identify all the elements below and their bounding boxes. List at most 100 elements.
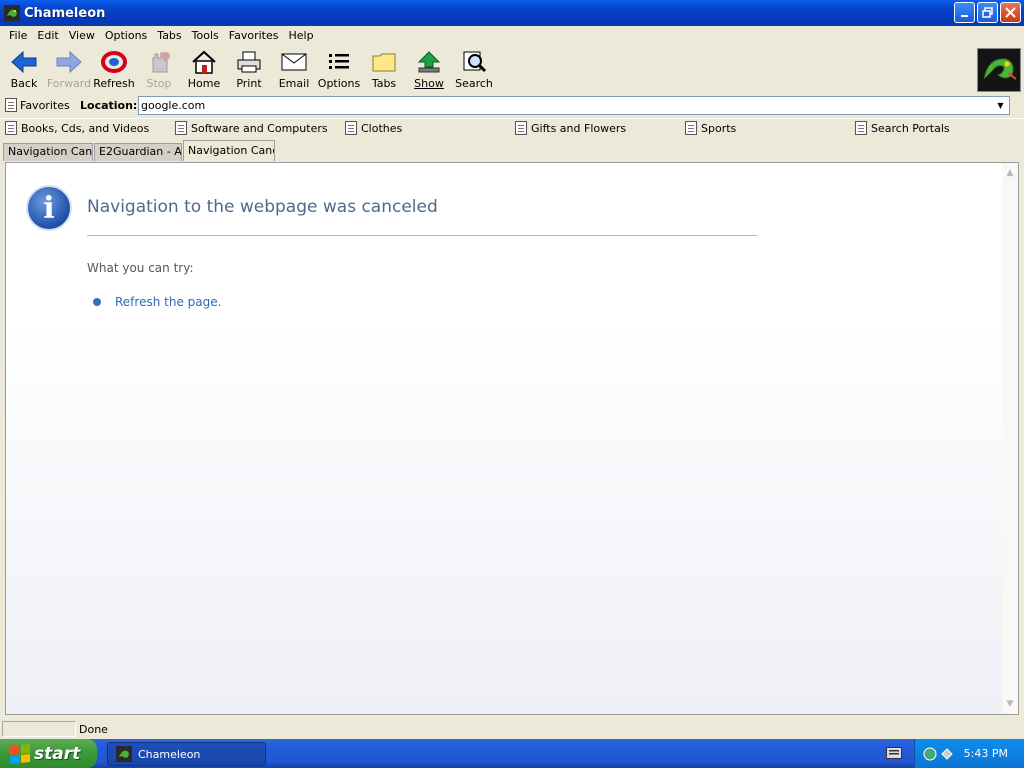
link-sports[interactable]: Sports <box>685 121 736 135</box>
window-title: Chameleon <box>24 5 106 21</box>
options-button[interactable]: Options <box>318 49 360 93</box>
home-label: Home <box>187 77 221 90</box>
task-label: Chameleon <box>138 747 201 761</box>
show-button[interactable]: Show <box>408 49 450 93</box>
back-button[interactable]: Back <box>3 49 45 93</box>
link-label: Books, Cds, and Videos <box>21 121 150 135</box>
link-label: Gifts and Flowers <box>531 121 627 135</box>
chameleon-task-icon <box>116 746 132 762</box>
forward-label: Forward <box>46 77 92 90</box>
tab-strip: Navigation Canc E2Guardian - Ac Navigati… <box>0 140 1024 161</box>
printer-icon <box>235 49 263 75</box>
page-icon <box>515 121 527 135</box>
refresh-page-link[interactable]: Refresh the page. <box>115 295 221 309</box>
start-label: start <box>34 743 81 764</box>
folder-icon <box>370 49 398 75</box>
menu-edit[interactable]: Edit <box>32 29 63 42</box>
email-button[interactable]: Email <box>273 49 315 93</box>
keyboard-icon[interactable] <box>886 747 902 759</box>
windows-flag-icon <box>10 743 30 764</box>
start-button[interactable]: start <box>0 739 97 768</box>
refresh-button[interactable]: Refresh <box>93 49 135 93</box>
back-arrow-icon <box>10 49 38 75</box>
chameleon-app-icon <box>4 5 20 21</box>
heading-divider <box>87 235 757 236</box>
print-label: Print <box>236 77 262 90</box>
minimize-button[interactable] <box>954 2 975 23</box>
link-gifts[interactable]: Gifts and Flowers <box>515 121 626 135</box>
restore-button[interactable] <box>977 2 998 23</box>
email-label: Email <box>278 77 310 90</box>
what-you-can-try-label: What you can try: <box>87 261 194 275</box>
favorites-button[interactable]: Favorites <box>5 98 70 112</box>
tabs-label: Tabs <box>371 77 397 90</box>
clock[interactable]: 5:43 PM <box>964 747 1008 760</box>
link-books[interactable]: Books, Cds, and Videos <box>5 121 149 135</box>
location-label: Location: <box>80 99 138 112</box>
show-up-arrow-icon <box>415 49 443 75</box>
page-icon <box>5 121 17 135</box>
link-software[interactable]: Software and Computers <box>175 121 328 135</box>
tab-e2guardian[interactable]: E2Guardian - Ac <box>94 143 182 161</box>
home-icon <box>190 49 218 75</box>
close-button[interactable] <box>1000 2 1021 23</box>
title-bar: Chameleon <box>0 0 1024 26</box>
security-tray-icon[interactable] <box>940 747 954 761</box>
stop-label: Stop <box>146 77 172 90</box>
menu-view[interactable]: View <box>64 29 100 42</box>
toolbar: Back Forward Refresh Stop Home Print Ema… <box>0 45 1024 95</box>
tabs-button[interactable]: Tabs <box>363 49 405 93</box>
print-button[interactable]: Print <box>228 49 270 93</box>
menu-tabs[interactable]: Tabs <box>152 29 186 42</box>
search-button[interactable]: Search <box>453 49 495 93</box>
page-content: i Navigation to the webpage was canceled… <box>5 162 1019 715</box>
taskbar-chameleon-button[interactable]: Chameleon <box>107 742 266 766</box>
home-button[interactable]: Home <box>183 49 225 93</box>
link-clothes[interactable]: Clothes <box>345 121 402 135</box>
stop-hand-icon <box>145 49 173 75</box>
link-label: Software and Computers <box>191 121 328 135</box>
menu-options[interactable]: Options <box>100 29 152 42</box>
menu-favorites[interactable]: Favorites <box>224 29 284 42</box>
forward-button[interactable]: Forward <box>46 49 92 93</box>
network-tray-icon[interactable] <box>923 747 937 761</box>
link-search-portals[interactable]: Search Portals <box>855 121 950 135</box>
scroll-up-icon[interactable]: ▲ <box>1002 165 1018 181</box>
search-magnifier-icon <box>460 49 488 75</box>
menu-bar: File Edit View Options Tabs Tools Favori… <box>0 26 1024 45</box>
forward-arrow-icon <box>55 49 83 75</box>
bullet-icon <box>93 298 101 306</box>
chameleon-logo <box>977 48 1021 92</box>
page-heading: Navigation to the webpage was canceled <box>87 197 438 217</box>
page-icon <box>855 121 867 135</box>
scroll-down-icon[interactable]: ▼ <box>1002 696 1018 712</box>
address-bar: Favorites Location: ▼ <box>0 95 1024 117</box>
menu-tools[interactable]: Tools <box>187 29 224 42</box>
favorites-label: Favorites <box>20 98 70 112</box>
link-label: Clothes <box>361 121 403 135</box>
menu-help[interactable]: Help <box>283 29 318 42</box>
status-progress-segment <box>2 721 76 737</box>
page-icon <box>345 121 357 135</box>
envelope-icon <box>280 49 308 75</box>
stop-button[interactable]: Stop <box>138 49 180 93</box>
info-icon: i <box>26 185 72 231</box>
vertical-scrollbar[interactable]: ▲ ▼ <box>1002 163 1018 714</box>
show-label: Show <box>414 77 444 90</box>
link-label: Sports <box>701 121 737 135</box>
taskbar: start Chameleon 5:43 PM <box>0 739 1024 768</box>
tab-navigation-canceled-active[interactable]: Navigation Canc <box>183 140 275 161</box>
location-input[interactable] <box>138 96 1010 115</box>
list-options-icon <box>325 49 353 75</box>
status-bar: Done <box>0 719 1024 739</box>
refresh-icon <box>100 49 128 75</box>
menu-file[interactable]: File <box>4 29 32 42</box>
page-icon <box>685 121 697 135</box>
tab-navigation-canceled-1[interactable]: Navigation Canc <box>3 143 93 161</box>
favorites-page-icon <box>5 98 17 112</box>
back-label: Back <box>10 77 38 90</box>
status-text: Done <box>79 723 108 736</box>
system-tray: 5:43 PM <box>914 739 1024 768</box>
location-dropdown-icon[interactable]: ▼ <box>993 98 1008 113</box>
link-label: Search Portals <box>871 121 950 135</box>
